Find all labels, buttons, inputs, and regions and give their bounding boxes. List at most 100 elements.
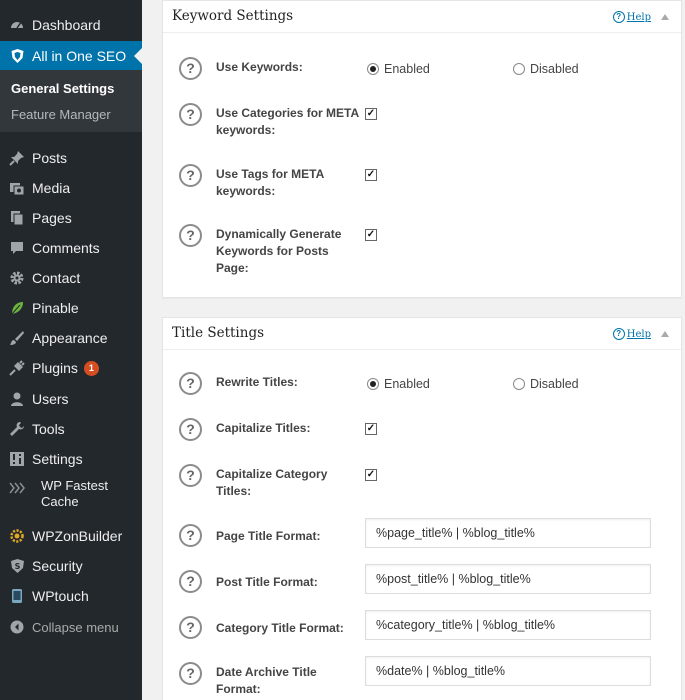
help-link[interactable]: ? Help	[612, 328, 651, 340]
category-title-format-input[interactable]: %category_title% | %blog_title%	[365, 610, 651, 640]
svg-text:S: S	[14, 562, 20, 571]
question-icon[interactable]: ?	[179, 372, 202, 395]
menu-contact[interactable]: Contact	[0, 265, 142, 291]
option-label: Category Title Format:	[216, 621, 344, 635]
question-icon[interactable]: ?	[179, 616, 202, 639]
option-label: Use Keywords:	[216, 60, 303, 74]
leaf-icon	[7, 300, 27, 316]
up-arrow-icon[interactable]	[661, 14, 669, 20]
menu-tools[interactable]: Tools	[0, 416, 142, 442]
option-label: Capitalize Titles:	[216, 421, 311, 435]
menu-settings[interactable]: Settings	[0, 446, 142, 472]
up-arrow-icon[interactable]	[661, 331, 669, 337]
menu-security[interactable]: S Security	[0, 553, 142, 579]
help-icon: ?	[612, 328, 625, 340]
submenu-general-settings[interactable]: General Settings	[11, 81, 114, 96]
menu-media[interactable]: Media	[0, 175, 142, 201]
menu-label: Users	[32, 391, 69, 407]
use-keywords-disabled-radio[interactable]: Disabled	[513, 62, 579, 76]
menu-wp-fastest-cache[interactable]: WP Fastest Cache	[0, 478, 142, 518]
menu-users[interactable]: Users	[0, 386, 142, 412]
option-label: Use Categories for META keywords:	[216, 106, 359, 137]
option-label: Rewrite Titles:	[216, 375, 298, 389]
menu-pinable[interactable]: Pinable	[0, 295, 142, 321]
menu-posts[interactable]: Posts	[0, 145, 142, 171]
date-archive-format-input[interactable]: %date% | %blog_title%	[365, 656, 651, 686]
menu-label-line2: Cache	[41, 494, 79, 509]
dynamic-keywords-checkbox[interactable]: ✓	[365, 229, 377, 241]
menu-plugins[interactable]: Plugins 1	[0, 355, 142, 381]
menu-label: Pinable	[32, 300, 79, 316]
panel-header: Title Settings ? Help	[163, 318, 681, 350]
menu-label: WPZonBuilder	[32, 528, 123, 544]
collapse-label: Collapse menu	[32, 619, 119, 635]
media-icon	[7, 180, 27, 196]
radio-label: Disabled	[530, 62, 579, 76]
page-title-format-input[interactable]: %page_title% | %blog_title%	[365, 518, 651, 548]
brush-icon	[7, 330, 27, 346]
cache-icon	[7, 482, 27, 494]
question-icon[interactable]: ?	[179, 418, 202, 441]
pin-icon	[7, 150, 27, 166]
keyword-settings-panel: Keyword Settings ? Help ? Use Keywords: …	[162, 0, 682, 298]
question-icon[interactable]: ?	[179, 164, 202, 187]
menu-label: Security	[32, 558, 83, 574]
use-tags-checkbox[interactable]: ✓	[365, 169, 377, 181]
comment-icon	[7, 240, 27, 256]
question-icon[interactable]: ?	[179, 103, 202, 126]
radio-circle[interactable]	[367, 63, 379, 75]
question-icon[interactable]: ?	[179, 224, 202, 247]
pages-icon	[7, 210, 27, 226]
security-icon: S	[7, 558, 27, 574]
menu-label: WPtouch	[32, 588, 89, 604]
menu-dashboard[interactable]: Dashboard	[0, 12, 142, 38]
option-label: Use Tags for META keywords:	[216, 167, 324, 198]
capitalize-category-checkbox[interactable]: ✓	[365, 469, 377, 481]
phone-icon	[7, 588, 27, 604]
question-icon[interactable]: ?	[179, 524, 202, 547]
menu-label-line1: WP Fastest	[41, 478, 108, 493]
menu-label: Contact	[32, 270, 81, 286]
question-icon[interactable]: ?	[179, 570, 202, 593]
menu-wptouch[interactable]: WPtouch	[0, 583, 142, 609]
radio-circle[interactable]	[513, 378, 525, 390]
radio-label: Disabled	[530, 377, 579, 391]
rewrite-titles-disabled-radio[interactable]: Disabled	[513, 377, 579, 391]
menu-comments[interactable]: Comments	[0, 235, 142, 261]
plugins-update-badge: 1	[83, 360, 99, 376]
collapse-menu-button[interactable]: Collapse menu	[0, 614, 142, 640]
use-keywords-enabled-radio[interactable]: Enabled	[367, 62, 430, 76]
gear-icon	[7, 270, 27, 286]
radio-circle[interactable]	[367, 378, 379, 390]
panel-title: Title Settings	[172, 325, 265, 341]
menu-wpzonbuilder[interactable]: WPZonBuilder	[0, 523, 142, 549]
question-icon[interactable]: ?	[179, 662, 202, 685]
menu-all-in-one-seo[interactable]: All in One SEO	[0, 41, 142, 70]
radio-circle[interactable]	[513, 63, 525, 75]
post-title-format-input[interactable]: %post_title% | %blog_title%	[365, 564, 651, 594]
question-icon[interactable]: ?	[179, 57, 202, 80]
option-label: Capitalize Category Titles:	[216, 467, 328, 498]
active-indicator	[134, 47, 142, 64]
radio-label: Enabled	[384, 377, 430, 391]
menu-label: WP Fastest Cache	[41, 478, 108, 510]
submenu-feature-manager[interactable]: Feature Manager	[11, 107, 111, 122]
question-icon[interactable]: ?	[179, 464, 202, 487]
option-label: Post Title Format:	[216, 575, 318, 589]
rewrite-titles-enabled-radio[interactable]: Enabled	[367, 377, 430, 391]
option-label: Page Title Format:	[216, 529, 321, 543]
zon-icon	[7, 528, 27, 544]
menu-appearance[interactable]: Appearance	[0, 325, 142, 351]
panel-header: Keyword Settings ? Help	[163, 1, 681, 33]
menu-label: Settings	[32, 451, 83, 467]
menu-label: Posts	[32, 150, 68, 166]
help-label: Help	[626, 328, 651, 340]
use-categories-checkbox[interactable]: ✓	[365, 108, 377, 120]
help-link[interactable]: ? Help	[612, 11, 651, 23]
capitalize-titles-checkbox[interactable]: ✓	[365, 423, 377, 435]
settings-icon	[7, 451, 27, 467]
menu-label: Appearance	[32, 330, 108, 346]
admin-sidebar: Dashboard All in One SEO General Setting…	[0, 0, 142, 700]
menu-label: Comments	[32, 240, 100, 256]
menu-pages[interactable]: Pages	[0, 205, 142, 231]
